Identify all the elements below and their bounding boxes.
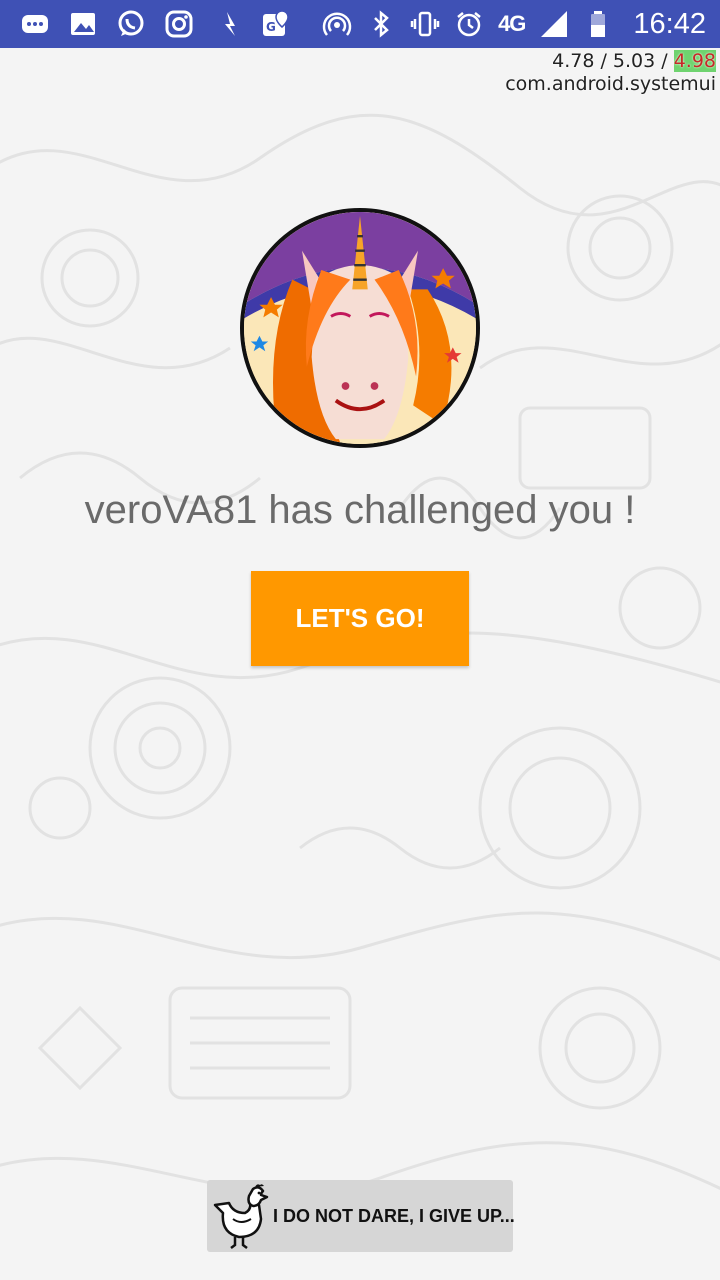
chicken-icon	[213, 1184, 269, 1249]
hotspot-icon	[322, 9, 352, 39]
message-icon	[20, 9, 50, 39]
battery-icon	[583, 9, 613, 39]
load-values: 4.78 / 5.03 /	[552, 50, 674, 72]
bluetooth-icon	[366, 9, 396, 39]
image-icon	[68, 9, 98, 39]
network-type: 4G	[498, 11, 526, 36]
arrow-app-icon	[212, 9, 242, 39]
system-icons: 4G 16:42	[322, 8, 706, 41]
lets-go-button[interactable]: LET'S GO!	[251, 571, 469, 666]
challenge-message: veroVA81 has challenged you !	[84, 488, 636, 532]
give-up-label: I DO NOT DARE, I GIVE UP...	[273, 1205, 515, 1226]
svg-text:G: G	[266, 20, 276, 34]
load-average-overlay: 4.78 / 5.03 / 4.98 com.android.systemui	[505, 50, 716, 96]
alarm-icon	[454, 9, 484, 39]
whatsapp-icon	[116, 9, 146, 39]
maps-icon: G	[260, 9, 290, 39]
load-last: 4.98	[673, 50, 716, 72]
process-name: com.android.systemui	[505, 73, 716, 95]
vibrate-icon	[410, 9, 440, 39]
signal-icon	[539, 9, 569, 39]
notification-icons: G	[20, 9, 290, 39]
load-average: 4.78 / 5.03 / 4.98	[505, 50, 716, 73]
challenger-avatar	[240, 208, 480, 448]
clock: 16:42	[633, 7, 706, 40]
instagram-icon	[164, 9, 194, 39]
give-up-button[interactable]: I DO NOT DARE, I GIVE UP...	[207, 1180, 515, 1252]
unicorn-avatar-icon	[244, 212, 476, 444]
status-bar: G 4G 16:42	[0, 0, 720, 48]
